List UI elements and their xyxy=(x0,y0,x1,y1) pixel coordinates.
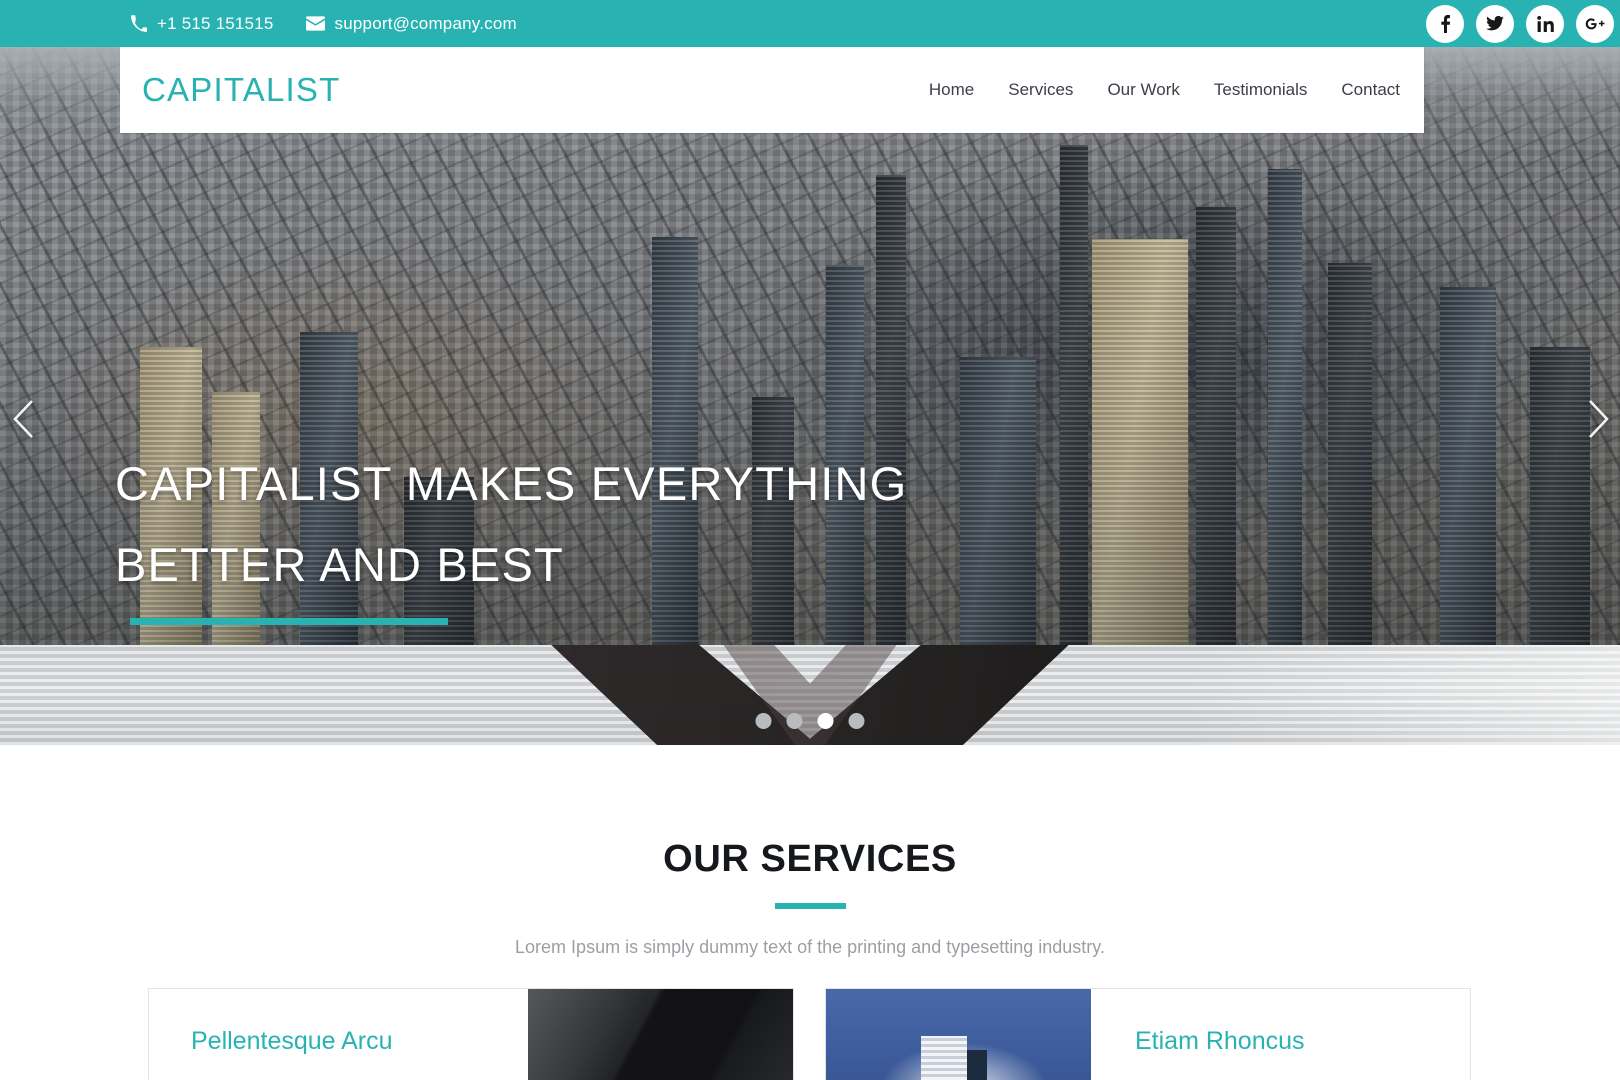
band-glow xyxy=(1000,645,1620,745)
slider-lower-band xyxy=(0,645,1620,745)
hero-caption: CAPITALIST MAKES EVERYTHING BETTER AND B… xyxy=(115,444,1015,625)
email-contact[interactable]: support@company.com xyxy=(306,14,517,34)
service-card-title: Pellentesque Arcu xyxy=(191,1027,393,1055)
carousel-dot-3[interactable] xyxy=(817,713,834,729)
service-card-title: Etiam Rhoncus xyxy=(1135,1027,1305,1055)
services-heading: OUR SERVICES xyxy=(663,838,957,880)
service-card-etiam-rhoncus[interactable]: Etiam Rhoncus xyxy=(825,988,1471,1080)
phone-icon xyxy=(128,14,148,34)
dark-architecture-photo xyxy=(528,989,793,1080)
carousel-dot-2[interactable] xyxy=(786,713,803,729)
nav-item-contact[interactable]: Contact xyxy=(1341,80,1400,100)
top-contact-bar: +1 515 151515 support@company.com xyxy=(0,0,1620,47)
facebook-icon[interactable] xyxy=(1426,4,1464,43)
google-plus-icon[interactable] xyxy=(1576,4,1614,43)
blue-sky-tower-photo xyxy=(826,989,1091,1080)
topbar-contact-group: +1 515 151515 support@company.com xyxy=(128,14,517,34)
service-card-body: Pellentesque Arcu xyxy=(149,989,528,1080)
social-links xyxy=(1426,0,1614,47)
nav-item-our-work[interactable]: Our Work xyxy=(1107,80,1179,100)
services-card-list: Pellentesque Arcu Etiam Rhoncus xyxy=(148,988,1472,1080)
carousel-dot-4[interactable] xyxy=(848,713,865,729)
nav-menu: Home Services Our Work Testimonials Cont… xyxy=(929,80,1400,100)
services-accent-rule xyxy=(774,903,846,909)
page-root: +1 515 151515 support@company.com CAPITA… xyxy=(0,0,1620,1080)
service-card-pellentesque-arcu[interactable]: Pellentesque Arcu xyxy=(148,988,794,1080)
email-address: support@company.com xyxy=(334,13,517,33)
phone-number: +1 515 151515 xyxy=(157,13,274,33)
phone-contact[interactable]: +1 515 151515 xyxy=(128,14,274,34)
chevron-right-icon[interactable] xyxy=(1576,389,1620,449)
carousel-dots xyxy=(755,713,865,729)
services-section: OUR SERVICES Lorem Ipsum is simply dummy… xyxy=(0,745,1620,1080)
nav-item-services[interactable]: Services xyxy=(1008,80,1073,100)
main-navbar: CAPITALIST Home Services Our Work Testim… xyxy=(120,47,1424,133)
twitter-icon[interactable] xyxy=(1476,4,1514,43)
site-logo[interactable]: CAPITALIST xyxy=(142,71,340,109)
linkedin-icon[interactable] xyxy=(1526,4,1564,43)
envelope-icon xyxy=(306,14,326,34)
chevron-left-icon[interactable] xyxy=(2,389,46,449)
carousel-dot-1[interactable] xyxy=(755,713,772,729)
nav-item-home[interactable]: Home xyxy=(929,80,974,100)
nav-item-testimonials[interactable]: Testimonials xyxy=(1214,80,1308,100)
hero-title-line-2: BETTER AND BEST xyxy=(115,538,564,592)
hero-title-line-1: CAPITALIST MAKES EVERYTHING xyxy=(115,457,908,511)
hero-accent-rule xyxy=(130,618,448,625)
services-subtitle: Lorem Ipsum is simply dummy text of the … xyxy=(515,937,1105,957)
service-card-body: Etiam Rhoncus xyxy=(1091,989,1470,1080)
hero-slider: CAPITALIST MAKES EVERYTHING BETTER AND B… xyxy=(0,47,1620,645)
